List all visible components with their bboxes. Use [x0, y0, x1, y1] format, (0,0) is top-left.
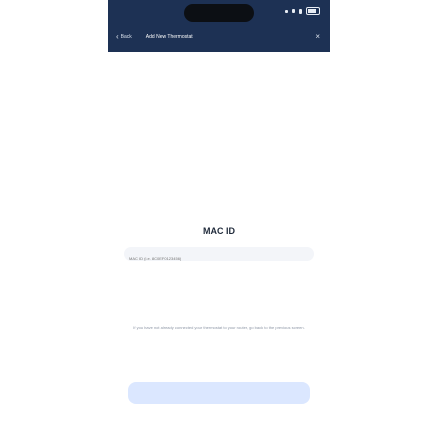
app-header: ‹ Back Add New Thermostat ×	[108, 0, 330, 52]
page-title: Add New Thermostat	[145, 34, 193, 40]
signal-bar-icon	[299, 8, 302, 14]
mac-id-input[interactable]	[124, 251, 314, 266]
signal-bar-icon	[292, 9, 295, 13]
chevron-left-icon: ‹	[116, 32, 119, 41]
mac-id-field[interactable]	[124, 247, 314, 266]
section-title: MAC ID	[203, 226, 235, 236]
continue-button[interactable]	[128, 382, 310, 404]
help-text: If you have not already connected your t…	[133, 325, 305, 330]
navigation-row: ‹ Back Add New Thermostat ×	[108, 29, 330, 45]
status-icons	[285, 7, 320, 15]
close-icon[interactable]: ×	[315, 33, 320, 41]
signal-bar-icon	[285, 9, 288, 13]
back-label: Back	[120, 34, 132, 40]
device-notch	[184, 4, 254, 22]
battery-icon	[306, 7, 320, 15]
back-button[interactable]: ‹ Back	[116, 33, 132, 41]
